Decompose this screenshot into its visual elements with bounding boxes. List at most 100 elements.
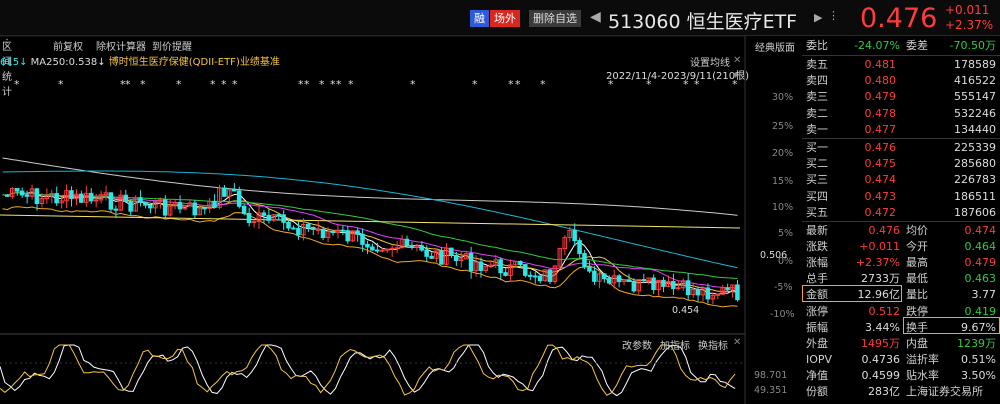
event-star-marker: * [410,78,416,91]
candle-body [24,194,30,197]
stat-value: +2.37% [855,256,900,270]
stat-label: IOPV [806,352,833,366]
candle-body [725,287,730,291]
candle-body [222,187,227,197]
stat-label: 最新 [806,224,828,237]
next-arrow-icon[interactable]: ▶ [814,11,822,24]
bid-row: 买四 0.473 186511 [802,189,1000,205]
event-star-marker: * [694,78,700,91]
candle-body [355,230,360,235]
candle-body [587,266,592,272]
candle-body [236,190,242,207]
edit-params-button[interactable]: 改参数 [622,337,652,352]
candle-body [241,205,247,214]
indicator-close-icon[interactable]: ✕ [733,337,741,348]
ask-label: 卖五 [806,58,828,71]
candle-body [212,200,217,208]
add-indicator-button[interactable]: 加指标 [660,337,690,352]
ask-price: 0.478 [864,106,897,120]
oscillator-lines [0,344,736,397]
bid-price: 0.473 [864,189,897,203]
candle-body [202,207,207,210]
stat-value: 0.474 [964,224,997,237]
bid-label: 买三 [806,173,828,187]
candle-body [360,233,365,245]
candle-body [375,249,380,252]
candle-body [389,247,395,250]
candle-body [162,199,168,216]
candle-body [379,249,385,252]
candle-body [523,264,528,276]
ask-row: 卖三 0.479 555147 [802,89,1000,105]
axis-tick-neg10: -10% [770,309,795,320]
ask-volume: 532246 [954,106,996,120]
stat-label: 份额 [806,385,828,398]
candle-body [14,188,20,192]
divider [802,55,1000,56]
stat-label: 均价 [906,224,928,237]
divider [802,221,1000,222]
event-star-marker: * [176,78,182,91]
candle-body [305,223,311,228]
candle-body [537,275,543,282]
event-star-marker: * [508,78,514,91]
candle-body [641,279,646,282]
candle-body [453,254,459,262]
candle-body [606,278,612,284]
candle-body [266,214,272,221]
axis-tick-25: 25% [772,121,794,132]
axis-tick-15: 15% [772,176,794,187]
candle-body [340,229,346,232]
stat-label: 外盘 [806,336,828,350]
switch-indicator-button[interactable]: 换指标 [698,337,728,352]
event-star-marker: * [125,78,131,91]
bid-volume: 225339 [954,141,996,154]
candle-body [394,247,400,250]
ask-price: 0.477 [864,122,897,136]
bid-volume: 226783 [954,173,996,187]
candle-body [651,277,656,291]
candle-body [93,199,99,202]
bid-price: 0.474 [864,173,897,187]
candle-body [439,250,444,265]
candle-body [498,259,503,274]
stat-label: 净值 [806,368,828,382]
candle-body [315,228,321,231]
stat-value: 0.512 [868,304,901,318]
bid-volume: 285680 [954,157,996,171]
ask-row: 卖五 0.481 178589 [802,57,1000,73]
candle-body [123,194,128,202]
candle-body [138,197,143,203]
ask-volume: 555147 [954,90,996,104]
candle-body [582,253,587,268]
event-star-marker: * [140,78,146,91]
stat-value: 0.51% [961,352,996,366]
event-star-marker: * [646,78,652,91]
candle-body [34,188,40,205]
candle-body [365,243,370,248]
osc-tick-high: 98.701 [754,370,788,381]
candle-body [547,269,553,282]
menu-dots-icon[interactable]: ⋮ [828,9,839,22]
stat-row: 外盘 1495万 内盘 1239万 [802,336,1000,352]
axis-tick-10: 10% [772,202,794,213]
candle-body [695,288,701,296]
candle-body [675,287,681,290]
event-star-marker: * [732,78,738,91]
current-price-label: 0.506 [760,250,788,261]
candle-body [409,245,415,248]
candle-body [276,214,281,217]
stat-label: 溢折率 [906,352,939,366]
stat-label: 振幅 [806,320,828,334]
candle-body [384,248,390,251]
candle-body [449,247,454,256]
bid-row: 买五 0.472 187606 [802,205,1000,221]
axis-tick-20: 20% [772,148,794,159]
candle-body [330,231,336,234]
committee-ratio-value: -24.07% [854,39,900,52]
committee-row: 委比 -24.07% 委差 -70.50万 [802,38,1000,54]
event-star-marker: * [683,78,689,91]
bid-row: 买三 0.474 226783 [802,172,1000,188]
amount-highlight [802,285,902,302]
stat-row: 最新 0.476 均价 0.474 [802,223,1000,239]
